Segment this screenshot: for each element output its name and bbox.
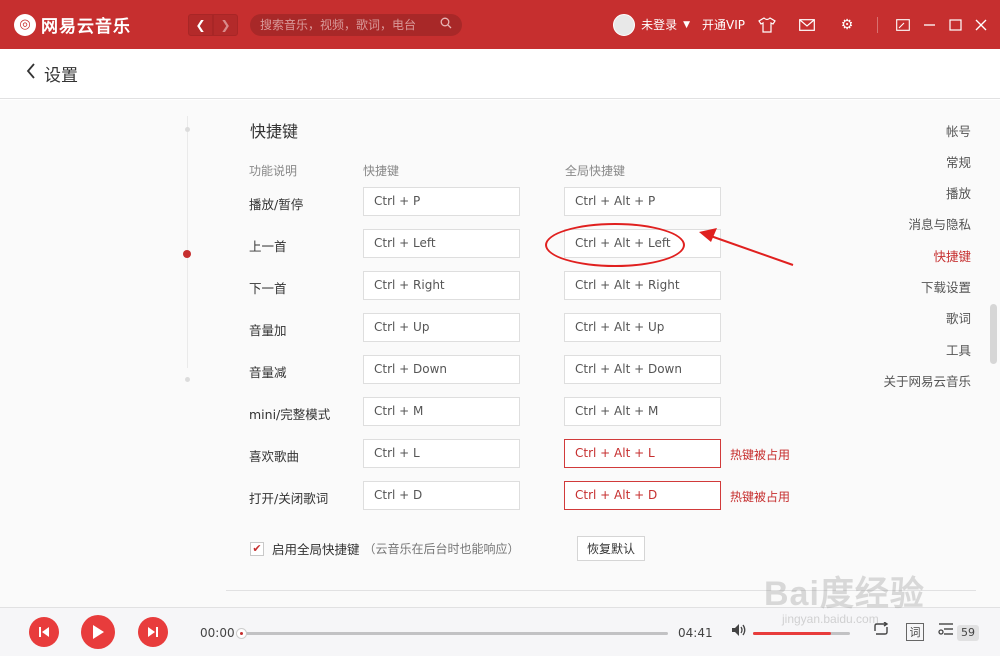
local-shortcut-field[interactable]: Ctrl + D bbox=[363, 481, 520, 510]
maximize-icon[interactable] bbox=[946, 16, 964, 34]
search-icon[interactable] bbox=[440, 17, 452, 32]
vip-link[interactable]: 开通VIP bbox=[702, 16, 745, 33]
total-time: 04:41 bbox=[678, 626, 713, 640]
back-arrow-icon[interactable] bbox=[26, 63, 36, 84]
settings-header: 设置 bbox=[0, 49, 1000, 99]
shortcut-label: 下一首 bbox=[249, 281, 287, 296]
mail-icon[interactable] bbox=[797, 15, 817, 35]
sidebar-dot bbox=[185, 377, 190, 382]
volume-slider[interactable] bbox=[753, 632, 850, 635]
settings-content: 帐号 常规 播放 消息与隐私 快捷键 下载设置 歌词 工具 关于网易云音乐 快捷… bbox=[0, 100, 1000, 607]
enable-global-checkbox[interactable]: ✔ bbox=[250, 541, 264, 556]
reset-default-button[interactable]: 恢复默认 bbox=[577, 536, 645, 561]
enable-global-note: （云音乐在后台时也能响应） bbox=[363, 542, 520, 556]
sidebar-item-about[interactable]: 关于网易云音乐 bbox=[883, 371, 971, 390]
sidebar-dot bbox=[185, 127, 190, 132]
shortcut-label: 音量加 bbox=[249, 323, 287, 338]
global-shortcut-field[interactable]: Ctrl + Alt + Up bbox=[564, 313, 721, 342]
scrollbar-thumb[interactable] bbox=[990, 304, 997, 364]
local-shortcut-field[interactable]: Ctrl + Up bbox=[363, 313, 520, 342]
chevron-left-icon: ❮ bbox=[195, 17, 206, 32]
local-shortcut-field[interactable]: Ctrl + Down bbox=[363, 355, 520, 384]
play-button[interactable] bbox=[81, 615, 115, 649]
titlebar-actions: 未登录 ▼ 开通VIP ⚙ bbox=[613, 0, 1000, 49]
annotation-ellipse bbox=[545, 223, 685, 267]
enable-global-row: ✔ 启用全局快捷键 （云音乐在后台时也能响应） bbox=[250, 539, 520, 558]
progress-bar[interactable] bbox=[236, 628, 668, 639]
local-shortcut-field[interactable]: Ctrl + P bbox=[363, 187, 520, 216]
volume-fill bbox=[753, 632, 831, 635]
back-nav-button[interactable]: ❮ bbox=[188, 13, 213, 36]
volume-icon[interactable] bbox=[731, 623, 747, 641]
play-icon bbox=[93, 625, 104, 639]
loop-mode-icon[interactable] bbox=[872, 621, 890, 640]
sidebar-item-playback[interactable]: 播放 bbox=[946, 183, 971, 202]
next-track-button[interactable] bbox=[138, 617, 168, 647]
search-placeholder: 搜索音乐，视频，歌词，电台 bbox=[260, 18, 417, 32]
mini-mode-icon[interactable] bbox=[894, 16, 912, 34]
chevron-right-icon: ❯ bbox=[220, 17, 231, 32]
enable-global-label: 启用全局快捷键 bbox=[272, 542, 360, 557]
shortcut-label: 喜欢歌曲 bbox=[249, 449, 300, 464]
previous-track-button[interactable] bbox=[29, 617, 59, 647]
global-shortcut-field[interactable]: Ctrl + Alt + Right bbox=[564, 271, 721, 300]
shortcut-label: mini/完整模式 bbox=[249, 407, 331, 422]
netease-logo-icon: ◎ bbox=[14, 13, 36, 36]
lyrics-toggle-button[interactable]: 词 bbox=[906, 623, 924, 641]
shortcut-label: 音量减 bbox=[249, 365, 287, 380]
close-icon[interactable] bbox=[972, 16, 990, 34]
conflict-warning: 热键被占用 bbox=[730, 490, 791, 504]
progress-knob[interactable] bbox=[236, 628, 247, 639]
shortcut-label: 打开/关闭歌词 bbox=[249, 491, 329, 506]
global-shortcut-field[interactable]: Ctrl + Alt + P bbox=[564, 187, 721, 216]
page-title: 设置 bbox=[44, 66, 78, 86]
section-divider bbox=[226, 590, 976, 591]
player-bar: 00:00 04:41 词 59 bbox=[0, 607, 1000, 656]
local-shortcut-field[interactable]: Ctrl + Left bbox=[363, 229, 520, 258]
app-name: 网易云音乐 bbox=[41, 17, 131, 37]
column-header-global: 全局快捷键 bbox=[565, 164, 626, 178]
skip-forward-icon bbox=[148, 627, 158, 637]
gear-icon[interactable]: ⚙ bbox=[837, 15, 857, 35]
login-link[interactable]: 未登录 bbox=[641, 16, 677, 33]
annotation-arrow bbox=[699, 228, 794, 266]
playlist-icon[interactable] bbox=[938, 622, 954, 640]
history-nav: ❮ ❯ bbox=[188, 13, 238, 36]
sidebar-item-download[interactable]: 下载设置 bbox=[921, 277, 971, 296]
sidebar-track bbox=[187, 116, 188, 368]
local-shortcut-field[interactable]: Ctrl + Right bbox=[363, 271, 520, 300]
conflict-warning: 热键被占用 bbox=[730, 448, 791, 462]
current-time: 00:00 bbox=[200, 626, 235, 640]
sidebar-item-tools[interactable]: 工具 bbox=[946, 340, 971, 359]
sidebar-item-general[interactable]: 常规 bbox=[946, 152, 971, 171]
search-input[interactable]: 搜索音乐，视频，歌词，电台 bbox=[250, 13, 462, 36]
local-shortcut-field[interactable]: Ctrl + M bbox=[363, 397, 520, 426]
sidebar-item-shortcuts[interactable]: 快捷键 bbox=[933, 246, 971, 265]
sidebar-active-dot bbox=[183, 250, 191, 258]
shortcut-label: 上一首 bbox=[249, 239, 287, 254]
skin-shirt-icon[interactable] bbox=[757, 15, 777, 35]
forward-nav-button[interactable]: ❯ bbox=[213, 13, 238, 36]
app-logo[interactable]: ◎ 网易云音乐 bbox=[14, 12, 184, 37]
column-header-local: 快捷键 bbox=[363, 164, 400, 178]
global-shortcut-field[interactable]: Ctrl + Alt + Down bbox=[564, 355, 721, 384]
playlist-count-badge: 59 bbox=[957, 625, 979, 641]
sidebar-item-privacy[interactable]: 消息与隐私 bbox=[908, 214, 971, 233]
title-bar: ◎ 网易云音乐 ❮ ❯ 搜索音乐，视频，歌词，电台 未登录 ▼ 开通VIP ⚙ bbox=[0, 0, 1000, 49]
sidebar-item-account[interactable]: 帐号 bbox=[946, 121, 971, 140]
titlebar-divider bbox=[877, 16, 878, 33]
minimize-icon[interactable] bbox=[920, 16, 938, 34]
section-title: 快捷键 bbox=[250, 122, 299, 141]
global-shortcut-field-conflict[interactable]: Ctrl + Alt + L bbox=[564, 439, 721, 468]
global-shortcut-field-conflict[interactable]: Ctrl + Alt + D bbox=[564, 481, 721, 510]
shortcut-label: 播放/暂停 bbox=[249, 197, 304, 212]
column-header-function: 功能说明 bbox=[249, 164, 298, 178]
avatar[interactable] bbox=[613, 13, 636, 36]
skip-back-icon bbox=[39, 627, 49, 637]
caret-down-icon[interactable]: ▼ bbox=[683, 20, 690, 30]
local-shortcut-field[interactable]: Ctrl + L bbox=[363, 439, 520, 468]
global-shortcut-field[interactable]: Ctrl + Alt + M bbox=[564, 397, 721, 426]
sidebar-item-lyrics[interactable]: 歌词 bbox=[946, 308, 971, 327]
